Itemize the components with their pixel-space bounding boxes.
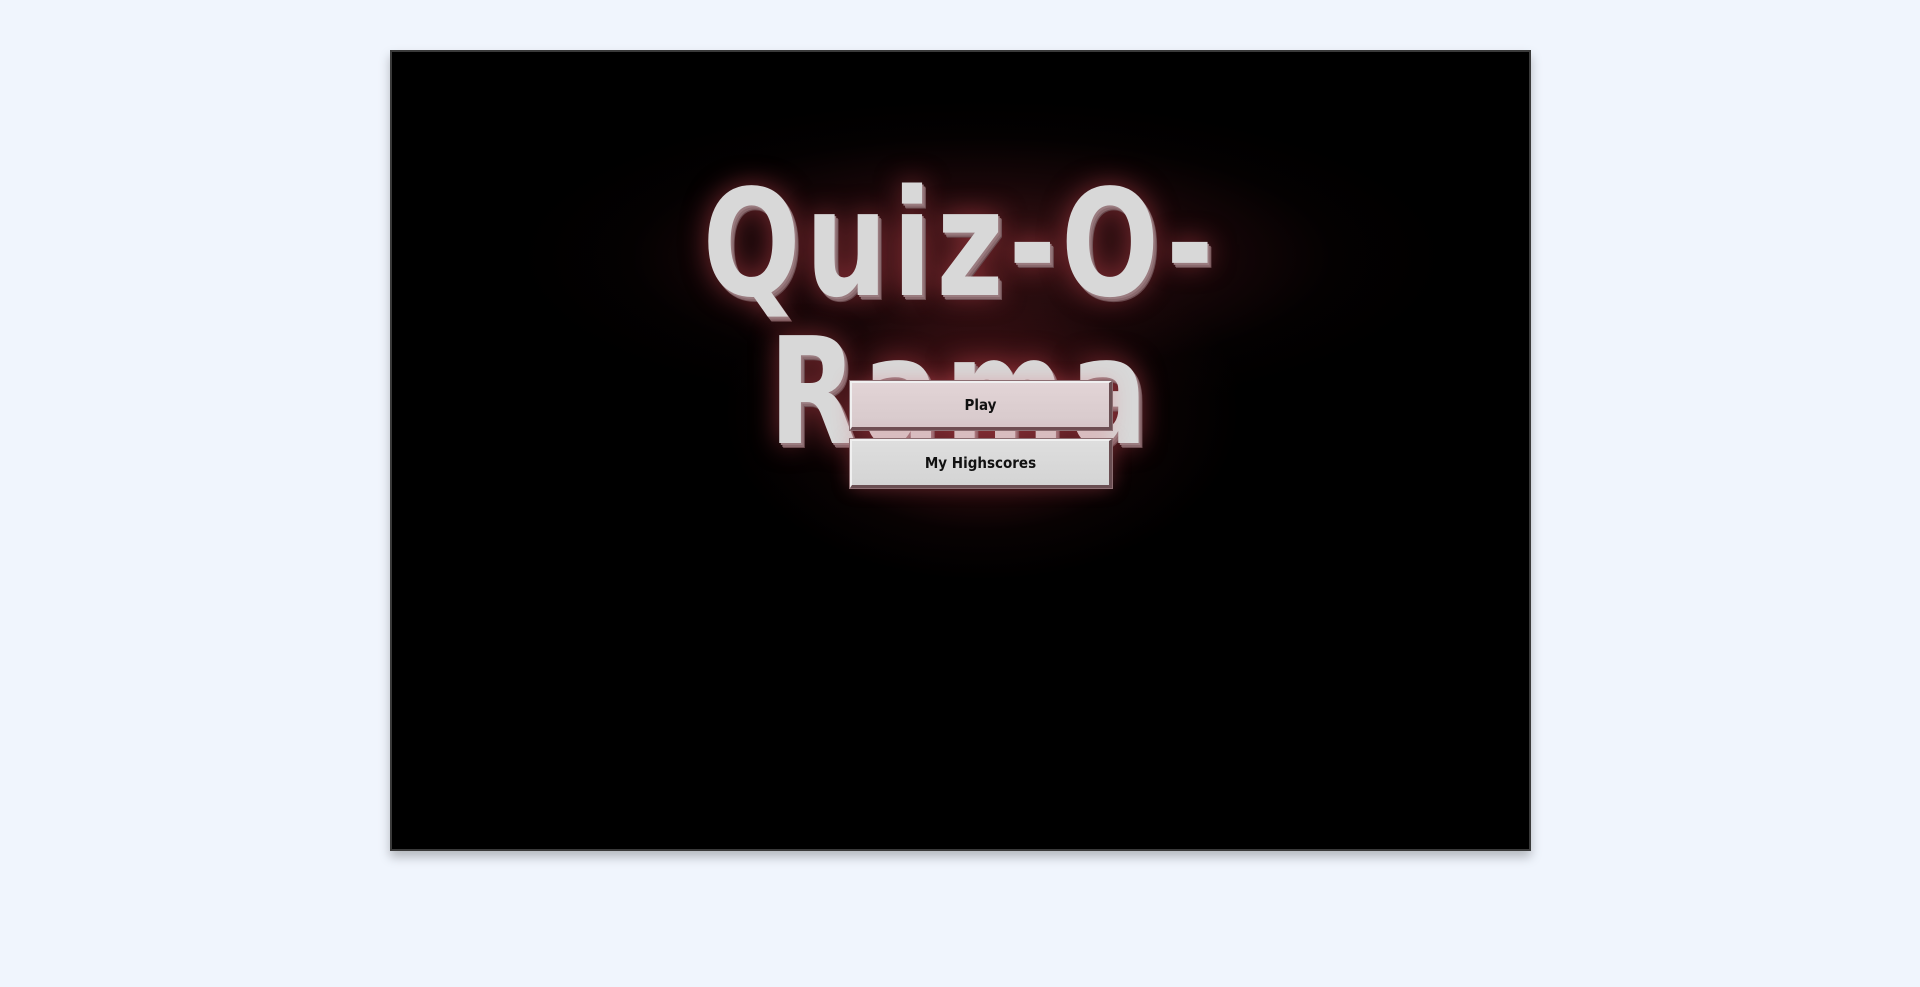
my-highscores-button[interactable]: My Highscores: [849, 438, 1113, 489]
main-menu: Play My Highscores: [849, 380, 1113, 497]
game-canvas: Quiz-O-Rama Play My Highscores: [390, 50, 1531, 851]
play-button[interactable]: Play: [849, 380, 1113, 431]
